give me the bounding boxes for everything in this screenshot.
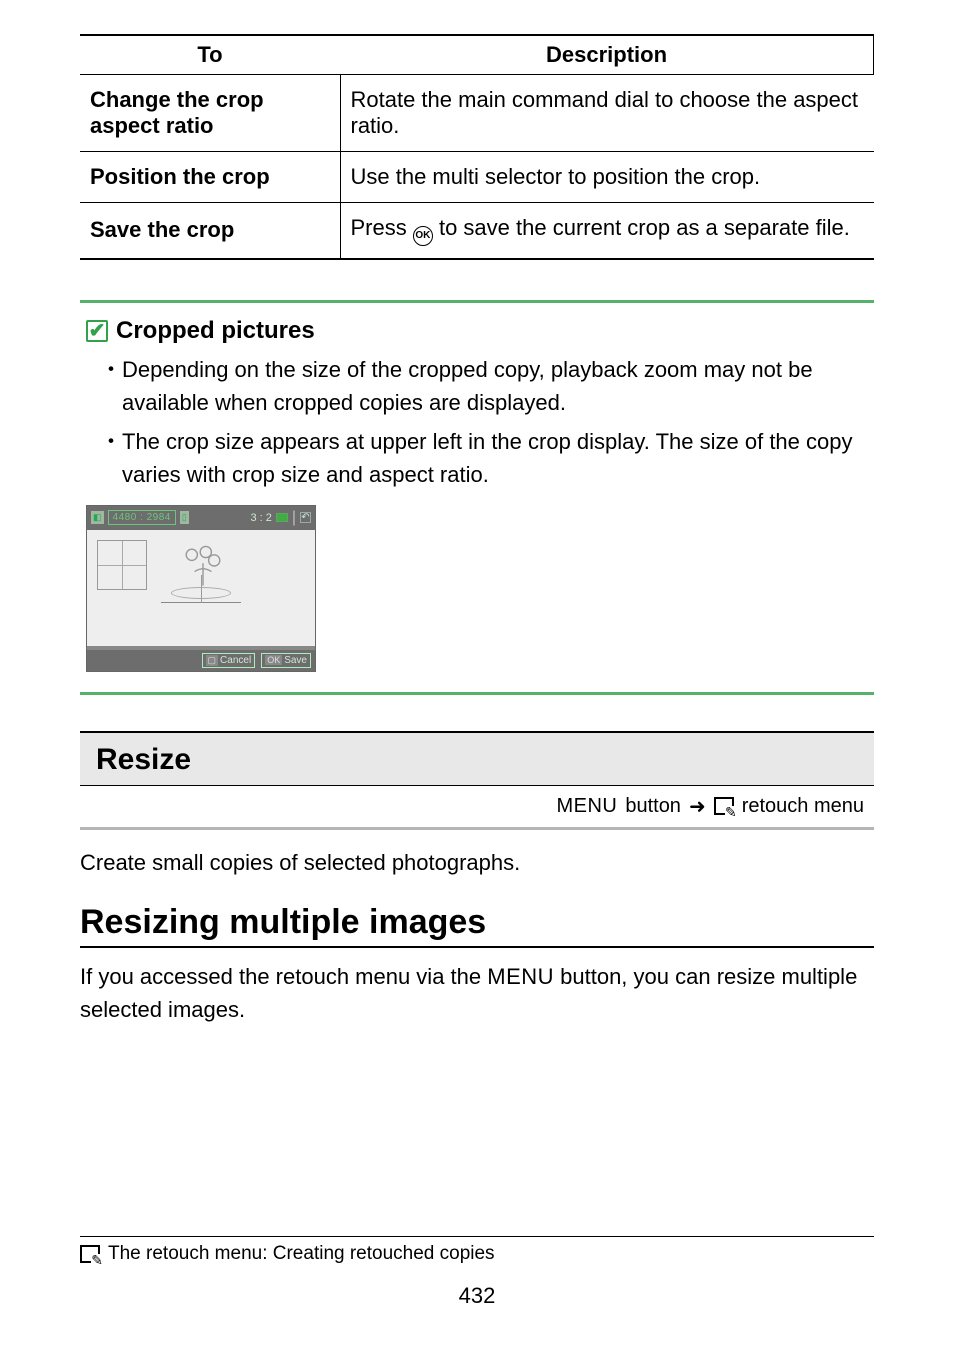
page-number: 432 bbox=[80, 1283, 874, 1309]
menu-label-glyph: MENU bbox=[556, 795, 617, 818]
row-save-desc-pre: Press bbox=[351, 215, 413, 240]
crop-mode-icon: ◧ bbox=[91, 511, 104, 524]
save-label: Save bbox=[284, 655, 307, 666]
ok-key-icon: OK bbox=[265, 655, 282, 665]
row-change-aspect-to: Change the crop aspect ratio bbox=[80, 75, 340, 152]
page-footer: The retouch menu: Creating retouched cop… bbox=[80, 1236, 874, 1309]
crop-preview-figure: ◧ 4480 : 2984 ▯ 3 : 2 | ↶ bbox=[86, 505, 316, 672]
flowers-icon bbox=[175, 538, 231, 594]
separator-icon: | bbox=[292, 509, 296, 527]
callout-bullet-1: Depending on the size of the cropped cop… bbox=[104, 353, 868, 419]
resize-intro-text: Create small copies of selected photogra… bbox=[80, 846, 874, 879]
cancel-label: Cancel bbox=[220, 655, 251, 666]
undo-icon: ↶ bbox=[300, 512, 311, 523]
row-position-to: Position the crop bbox=[80, 152, 340, 203]
footer-label: The retouch menu: Creating retouched cop… bbox=[108, 1243, 495, 1265]
row-save-desc-post: to save the current crop as a separate f… bbox=[433, 215, 850, 240]
retouch-menu-icon bbox=[714, 797, 734, 815]
path-button-word: button bbox=[625, 795, 681, 818]
row-position-desc: Use the multi selector to position the c… bbox=[340, 152, 874, 203]
menu-path: MENU button ➜ retouch menu bbox=[80, 786, 874, 830]
resize-body-pre: If you accessed the retouch menu via the bbox=[80, 964, 487, 989]
window-icon bbox=[97, 540, 147, 590]
path-retouch-text: retouch menu bbox=[742, 795, 864, 818]
crop-dimensions: 4480 : 2984 bbox=[108, 510, 176, 525]
table-icon bbox=[161, 602, 241, 646]
row-change-aspect-desc: Rotate the main command dial to choose t… bbox=[340, 75, 874, 152]
resizing-multiple-heading: Resizing multiple images bbox=[80, 903, 874, 948]
check-icon: ✔ bbox=[86, 320, 108, 342]
ok-button-icon: OK bbox=[413, 226, 433, 246]
row-save-desc: Press OK to save the current crop as a s… bbox=[340, 203, 874, 259]
cropped-pictures-callout: ✔ Cropped pictures Depending on the size… bbox=[80, 300, 874, 695]
resize-body-text: If you accessed the retouch menu via the… bbox=[80, 960, 874, 1026]
cancel-hint: ▢Cancel bbox=[202, 653, 256, 668]
col-header-desc: Description bbox=[340, 35, 874, 75]
resize-section: Resize MENU button ➜ retouch menu bbox=[80, 731, 874, 830]
aspect-frame-icon bbox=[276, 513, 288, 522]
callout-title: Cropped pictures bbox=[116, 317, 315, 345]
crop-aspect-ratio: 3 : 2 bbox=[250, 512, 271, 524]
col-header-to: To bbox=[80, 35, 340, 75]
save-hint: OKSave bbox=[261, 653, 311, 668]
retouch-menu-icon-footer bbox=[80, 1245, 100, 1263]
menu-label-inline: MENU bbox=[487, 964, 554, 989]
arrow-icon: ➜ bbox=[689, 794, 706, 819]
row-save-to: Save the crop bbox=[80, 203, 340, 259]
crop-orient-icon: ▯ bbox=[180, 511, 189, 524]
resize-heading: Resize bbox=[80, 731, 874, 786]
crop-canvas bbox=[87, 530, 315, 646]
operations-table: To Description Change the crop aspect ra… bbox=[80, 34, 874, 260]
callout-bullet-2: The crop size appears at upper left in t… bbox=[104, 425, 868, 491]
playback-key-icon: ▢ bbox=[206, 655, 219, 666]
